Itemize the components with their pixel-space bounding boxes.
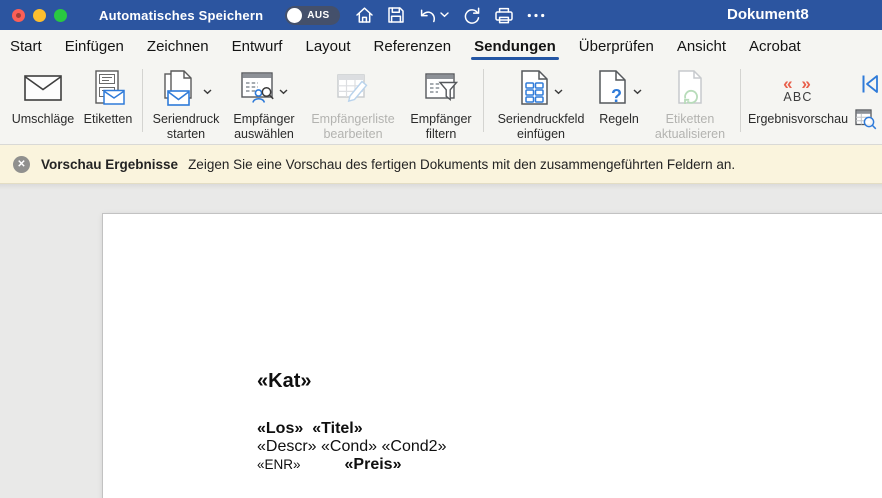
guillemets-glyph: « » (783, 76, 813, 91)
merge-fields-block: «Kat» «Los» «Titel» «Descr» «Cond» «Cond2… (257, 370, 446, 474)
document-page[interactable]: «Kat» «Los» «Titel» «Descr» «Cond» «Cond2… (102, 213, 882, 498)
find-recipient-icon (855, 109, 878, 135)
tab-sendungen[interactable]: Sendungen (474, 30, 556, 62)
zoom-window-button[interactable] (54, 9, 67, 22)
tab-ansicht[interactable]: Ansicht (677, 30, 726, 62)
select-recipients-label: Empfänger auswählen (225, 112, 303, 141)
traffic-lights (12, 9, 67, 22)
merge-line-descr-cond[interactable]: «Descr» «Cond» «Cond2» (257, 438, 446, 456)
print-icon[interactable] (494, 6, 514, 25)
first-record-icon[interactable] (859, 73, 881, 100)
chevron-down-icon (554, 82, 563, 100)
more-icon[interactable] (527, 13, 545, 18)
merge-field-enr[interactable]: «ENR» (257, 457, 301, 472)
labels-button[interactable]: Etiketten (78, 62, 138, 144)
find-recipient-button[interactable]: Em (855, 109, 882, 135)
rules-button[interactable]: ? Regeln (594, 62, 644, 144)
merge-field-los[interactable]: «Los» (257, 420, 303, 437)
tab-entwurf[interactable]: Entwurf (232, 30, 283, 62)
select-recipients-button[interactable]: Empfänger auswählen (225, 62, 303, 144)
merge-field-preis[interactable]: «Preis» (345, 456, 402, 473)
tab-start[interactable]: Start (10, 30, 42, 62)
tab-ueberpruefen[interactable]: Überprüfen (579, 30, 654, 62)
chevron-down-icon (440, 12, 449, 18)
autosave-toggle-state: AUS (307, 10, 329, 21)
filter-recipients-icon (425, 72, 458, 108)
labels-label: Etiketten (84, 112, 133, 127)
infobar-title: Vorschau Ergebnisse (41, 157, 178, 172)
ribbon-separator (483, 69, 484, 132)
merge-field-kat[interactable]: «Kat» (257, 370, 446, 392)
chevron-down-icon (279, 82, 288, 100)
insert-merge-field-label: Seriendruckfeld einfügen (488, 112, 594, 141)
preview-results-button[interactable]: « » ABC Ergebnisvorschau (745, 62, 851, 144)
insert-merge-field-icon (519, 70, 550, 110)
window-title: Dokument8 (727, 0, 809, 30)
autosave-toggle-knob (287, 8, 302, 23)
save-icon[interactable] (387, 6, 405, 24)
undo-icon (418, 6, 437, 24)
preview-results-label: Ergebnisvorschau (748, 112, 848, 127)
abc-glyph: ABC (783, 91, 812, 104)
edit-recipient-list-icon (335, 72, 371, 109)
ribbon-separator (142, 69, 143, 132)
filter-recipients-button[interactable]: Empfänger filtern (403, 62, 479, 144)
tab-acrobat[interactable]: Acrobat (749, 30, 801, 62)
preview-results-infobar: ✕ Vorschau Ergebnisse Zeigen Sie eine Vo… (0, 145, 882, 184)
svg-text:?: ? (611, 86, 622, 105)
ribbon-tabbar: Start Einfügen Zeichnen Entwurf Layout R… (0, 30, 882, 62)
update-labels-icon (675, 70, 705, 110)
autosave-toggle[interactable]: AUS (285, 6, 340, 25)
envelope-icon (24, 75, 62, 106)
home-icon[interactable] (355, 6, 374, 24)
envelopes-button[interactable]: Umschläge (8, 62, 78, 144)
tab-layout[interactable]: Layout (305, 30, 350, 62)
chevron-down-icon (633, 82, 642, 100)
titlebar: Automatisches Speichern AUS (0, 0, 882, 30)
select-recipients-icon (241, 71, 275, 109)
filter-recipients-label: Empfänger filtern (403, 112, 479, 141)
chevron-down-icon (203, 82, 212, 100)
labels-icon (90, 70, 126, 111)
merge-field-titel[interactable]: «Titel» (312, 420, 362, 437)
autosave-label: Automatisches Speichern (99, 8, 263, 23)
redo-icon[interactable] (462, 6, 481, 25)
merge-line-enr-preis: «ENR» «Preis» (257, 456, 446, 474)
update-labels-label: Etiketten aktualisieren (644, 112, 736, 141)
undo-button[interactable] (418, 6, 449, 24)
edit-recipient-list-button: Empfängerliste bearbeiten (303, 62, 403, 144)
start-mail-merge-button[interactable]: Seriendruck starten (147, 62, 225, 144)
start-mail-merge-label: Seriendruck starten (147, 112, 225, 141)
update-labels-button: Etiketten aktualisieren (644, 62, 736, 144)
insert-merge-field-button[interactable]: Seriendruckfeld einfügen (488, 62, 594, 144)
tab-zeichnen[interactable]: Zeichnen (147, 30, 209, 62)
tab-referenzen[interactable]: Referenzen (374, 30, 452, 62)
start-mail-merge-icon (161, 70, 199, 111)
infobar-description: Zeigen Sie eine Vorschau des fertigen Do… (188, 157, 735, 172)
ribbon-sendungen: Umschläge Etiketten (0, 62, 882, 145)
tab-einfuegen[interactable]: Einfügen (65, 30, 124, 62)
record-navigation-group: Em (855, 62, 882, 144)
close-window-button[interactable] (12, 9, 25, 22)
document-area: «Kat» «Los» «Titel» «Descr» «Cond» «Cond2… (0, 184, 882, 498)
dismiss-circle-icon[interactable]: ✕ (13, 156, 30, 173)
ribbon-separator (740, 69, 741, 132)
minimize-window-button[interactable] (33, 9, 46, 22)
edit-recipient-list-label: Empfängerliste bearbeiten (303, 112, 403, 141)
envelopes-label: Umschläge (12, 112, 75, 127)
merge-line-los-titel: «Los» «Titel» (257, 420, 446, 438)
preview-results-icon: « » ABC (783, 76, 813, 104)
rules-label: Regeln (599, 112, 639, 127)
rules-icon: ? (597, 70, 629, 110)
